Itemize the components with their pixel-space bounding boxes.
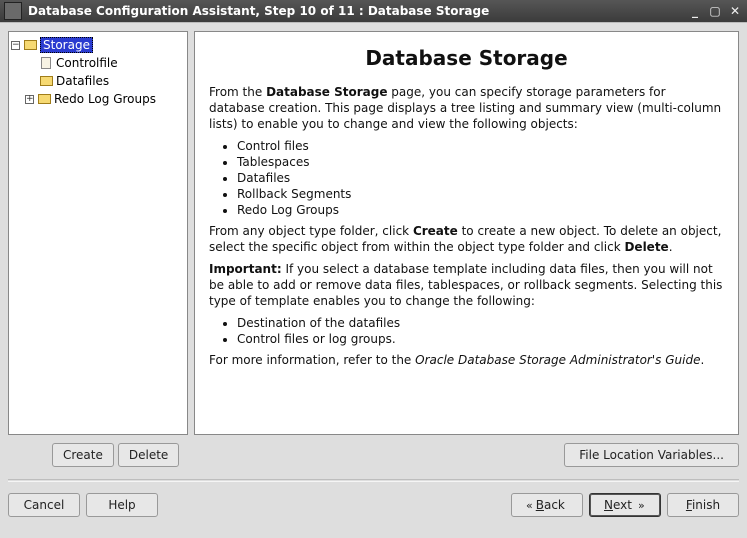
expander-icon[interactable]: + [25, 95, 34, 104]
tree-node-datafiles[interactable]: Datafiles [11, 72, 185, 90]
tree-node-storage[interactable]: − Storage [11, 36, 185, 54]
list-item: Control files [237, 139, 724, 153]
next-button[interactable]: Next » [589, 493, 661, 517]
list-item: Destination of the datafiles [237, 316, 724, 330]
tree-label-datafiles: Datafiles [56, 74, 109, 88]
page-title: Database Storage [209, 46, 724, 70]
create-delete-paragraph: From any object type folder, click Creat… [209, 223, 724, 255]
file-location-variables-button[interactable]: File Location Variables... [564, 443, 739, 467]
help-button[interactable]: Help [86, 493, 158, 517]
storage-tree[interactable]: − Storage Controlfile Datafiles + Redo L… [8, 31, 188, 435]
important-paragraph: Important: If you select a database temp… [209, 261, 724, 310]
window-titlebar: Database Configuration Assistant, Step 1… [0, 0, 747, 22]
chevron-left-icon: « [526, 500, 530, 511]
text-bold: Delete [624, 240, 668, 254]
tree-node-redo-log-groups[interactable]: + Redo Log Groups [11, 90, 185, 108]
text: . [700, 353, 704, 367]
list-item: Control files or log groups. [237, 332, 724, 346]
minimize-button[interactable]: _ [687, 4, 703, 18]
list-item: Tablespaces [237, 155, 724, 169]
main-content: Database Storage From the Database Stora… [194, 31, 739, 435]
list-item: Datafiles [237, 171, 724, 185]
expander-icon[interactable]: − [11, 41, 20, 50]
text: From the [209, 85, 266, 99]
create-button[interactable]: Create [52, 443, 114, 467]
app-icon [4, 2, 22, 20]
cancel-button[interactable]: Cancel [8, 493, 80, 517]
finish-button[interactable]: Finish [667, 493, 739, 517]
text: . [669, 240, 673, 254]
text: If you select a database template includ… [209, 262, 722, 308]
list-item: Rollback Segments [237, 187, 724, 201]
tree-label-redo: Redo Log Groups [54, 92, 156, 106]
list-item: Redo Log Groups [237, 203, 724, 217]
document-icon [39, 57, 53, 69]
window-body: − Storage Controlfile Datafiles + Redo L… [0, 22, 747, 538]
text-bold: Database Storage [266, 85, 387, 99]
reference-doc: Oracle Database Storage Administrator's … [415, 353, 700, 367]
folder-icon [39, 75, 53, 87]
intro-paragraph: From the Database Storage page, you can … [209, 84, 724, 133]
separator [8, 479, 739, 482]
important-label: Important: [209, 262, 282, 276]
tree-node-controlfile[interactable]: Controlfile [11, 54, 185, 72]
text: From any object type folder, click [209, 224, 413, 238]
important-list: Destination of the datafiles Control fil… [237, 316, 724, 346]
objects-list: Control files Tablespaces Datafiles Roll… [237, 139, 724, 217]
back-button[interactable]: « Back [511, 493, 583, 517]
text: For more information, refer to the [209, 353, 415, 367]
close-button[interactable]: ✕ [727, 4, 743, 18]
tree-label-storage: Storage [40, 37, 93, 53]
window-title: Database Configuration Assistant, Step 1… [28, 4, 687, 18]
maximize-button[interactable]: ▢ [707, 4, 723, 18]
folder-icon [23, 39, 37, 51]
more-info-paragraph: For more information, refer to the Oracl… [209, 352, 724, 368]
back-label: ack [544, 498, 565, 512]
text-bold: Create [413, 224, 458, 238]
chevron-right-icon: » [638, 500, 642, 511]
tree-label-controlfile: Controlfile [56, 56, 118, 70]
folder-icon [37, 93, 51, 105]
delete-button[interactable]: Delete [118, 443, 179, 467]
next-label: ext [613, 498, 632, 512]
finish-label: inish [692, 498, 720, 512]
